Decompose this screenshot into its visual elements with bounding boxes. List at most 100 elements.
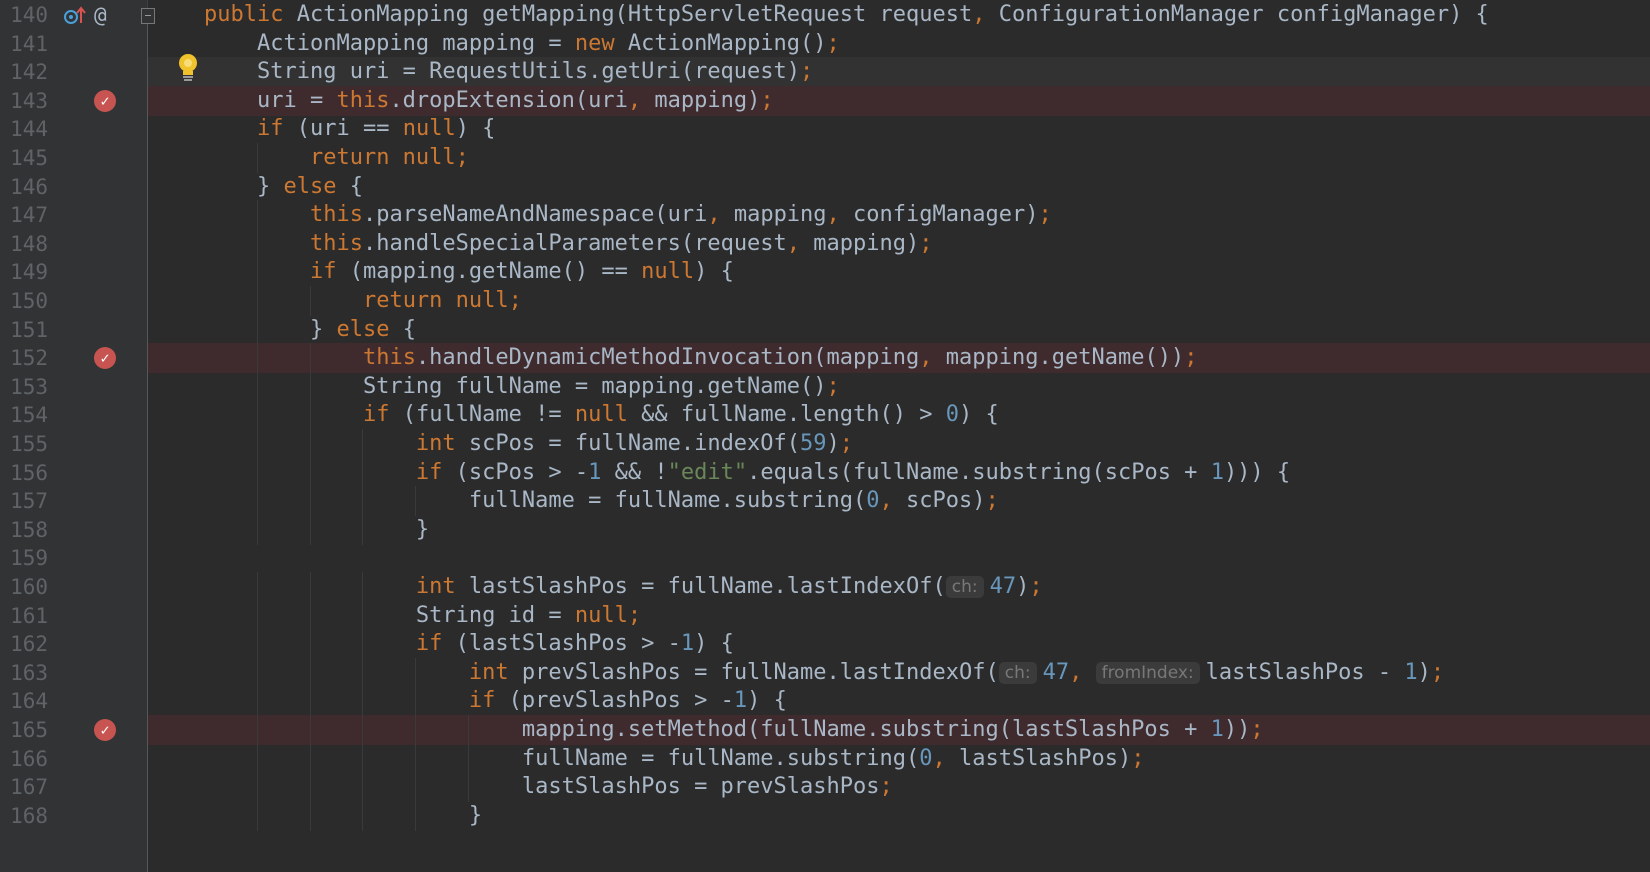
- code-text[interactable]: this.handleSpecialParameters(request, ma…: [204, 229, 933, 259]
- at-sign-icon[interactable]: @: [94, 0, 107, 30]
- line-number[interactable]: 145: [0, 143, 48, 173]
- code-text[interactable]: this.handleDynamicMethodInvocation(mappi…: [204, 343, 1197, 373]
- line-number[interactable]: 166: [0, 744, 48, 774]
- code-text[interactable]: if (fullName != null && fullName.length(…: [204, 400, 999, 430]
- code-text[interactable]: return null;: [204, 286, 522, 316]
- code-text[interactable]: int prevSlashPos = fullName.lastIndexOf(…: [204, 658, 1444, 688]
- fold-toggle-icon[interactable]: [141, 8, 155, 24]
- line-number[interactable]: 140: [0, 0, 48, 30]
- line-number[interactable]: 167: [0, 772, 48, 802]
- line-number[interactable]: 142: [0, 57, 48, 87]
- code-line[interactable]: int lastSlashPos = fullName.lastIndexOf(…: [0, 572, 1650, 602]
- code-text[interactable]: int lastSlashPos = fullName.lastIndexOf(…: [204, 572, 1043, 602]
- line-number[interactable]: 161: [0, 601, 48, 631]
- line-number[interactable]: 163: [0, 658, 48, 688]
- code-line[interactable]: int prevSlashPos = fullName.lastIndexOf(…: [0, 657, 1650, 688]
- line-number[interactable]: 159: [0, 543, 48, 573]
- code-line[interactable]: [0, 543, 1650, 573]
- code-text[interactable]: if (prevSlashPos > -1) {: [204, 686, 787, 716]
- code-text[interactable]: } else {: [204, 315, 416, 345]
- code-line[interactable]: String id = null;: [0, 600, 1650, 631]
- line-number[interactable]: 149: [0, 257, 48, 287]
- code-editor[interactable]: @ 140 public ActionMapping getMapping(Htt…: [0, 0, 1650, 872]
- code-line[interactable]: public ActionMapping getMapping(HttpServ…: [0, 0, 1650, 30]
- code-line[interactable]: if (scPos > -1 && !"edit".equals(fullNam…: [0, 457, 1650, 488]
- line-number[interactable]: 154: [0, 400, 48, 430]
- code-line[interactable]: }: [0, 514, 1650, 545]
- lightbulb-icon[interactable]: [176, 52, 200, 84]
- code-text[interactable]: if (lastSlashPos > -1) {: [204, 629, 734, 659]
- code-line[interactable]: mapping.setMethod(fullName.substring(las…: [140, 715, 1650, 745]
- code-text[interactable]: if (mapping.getName() == null) {: [204, 257, 734, 287]
- code-line[interactable]: uri = this.dropExtension(uri, mapping);: [140, 85, 1650, 116]
- code-token: ActionMapping mapping =: [204, 30, 575, 56]
- line-number[interactable]: 158: [0, 515, 48, 545]
- code-text[interactable]: if (uri == null) {: [204, 114, 495, 144]
- code-text[interactable]: String id = null;: [204, 601, 641, 631]
- code-line[interactable]: }: [0, 800, 1650, 831]
- line-number[interactable]: 147: [0, 200, 48, 230]
- code-text[interactable]: public ActionMapping getMapping(HttpServ…: [204, 0, 1489, 30]
- code-line[interactable]: this.parseNameAndNamespace(uri, mapping,…: [0, 200, 1650, 231]
- number-token: 1: [1210, 459, 1224, 485]
- code-text[interactable]: uri = this.dropExtension(uri, mapping);: [204, 86, 774, 116]
- code-text[interactable]: fullName = fullName.substring(0, lastSla…: [204, 744, 1145, 774]
- keyword-token: this: [336, 87, 390, 113]
- code-line[interactable]: } else {: [0, 172, 1650, 202]
- code-line[interactable]: this.handleDynamicMethodInvocation(mappi…: [140, 343, 1650, 374]
- code-line[interactable]: if (lastSlashPos > -1) {: [0, 629, 1650, 660]
- line-number[interactable]: 150: [0, 286, 48, 316]
- code-token: ): [826, 431, 840, 456]
- code-text[interactable]: String fullName = mapping.getName();: [204, 372, 840, 402]
- code-text[interactable]: ActionMapping mapping = new ActionMappin…: [204, 29, 840, 59]
- code-text[interactable]: lastSlashPos = prevSlashPos;: [204, 772, 893, 802]
- code-text[interactable]: int scPos = fullName.indexOf(59);: [204, 429, 853, 459]
- line-number[interactable]: 165: [0, 715, 48, 745]
- line-number[interactable]: 155: [0, 429, 48, 459]
- code-token: lastSlashPos = fullName.lastIndexOf(: [468, 574, 946, 599]
- line-number[interactable]: 168: [0, 801, 48, 831]
- code-line[interactable]: this.handleSpecialParameters(request, ma…: [0, 228, 1650, 259]
- line-number[interactable]: 151: [0, 315, 48, 345]
- code-text[interactable]: }: [204, 515, 429, 545]
- code-line[interactable]: } else {: [0, 314, 1650, 345]
- keyword-token: ;: [985, 488, 999, 514]
- code-line[interactable]: if (fullName != null && fullName.length(…: [0, 400, 1650, 431]
- override-gutter-icon[interactable]: [64, 5, 86, 25]
- line-number[interactable]: 144: [0, 114, 48, 144]
- code-line[interactable]: ActionMapping mapping = new ActionMappin…: [0, 29, 1650, 59]
- line-number[interactable]: 153: [0, 372, 48, 402]
- line-number[interactable]: 157: [0, 486, 48, 516]
- code-line[interactable]: return null;: [0, 143, 1650, 173]
- code-line[interactable]: if (prevSlashPos > -1) {: [0, 686, 1650, 717]
- code-line[interactable]: lastSlashPos = prevSlashPos;: [0, 772, 1650, 803]
- code-line[interactable]: String uri = RequestUtils.getUri(request…: [148, 57, 1650, 88]
- line-number[interactable]: 148: [0, 229, 48, 259]
- line-number[interactable]: 152: [0, 343, 48, 373]
- breakpoint-icon[interactable]: ✓: [94, 89, 116, 112]
- code-text[interactable]: this.parseNameAndNamespace(uri, mapping,…: [204, 200, 1052, 230]
- code-line[interactable]: fullName = fullName.substring(0, lastSla…: [0, 743, 1650, 774]
- code-line[interactable]: if (mapping.getName() == null) {: [0, 257, 1650, 288]
- code-text[interactable]: } else {: [204, 172, 363, 202]
- code-text[interactable]: return null;: [204, 143, 469, 173]
- code-line[interactable]: String fullName = mapping.getName();: [0, 371, 1650, 402]
- keyword-token: if: [415, 459, 456, 485]
- code-text[interactable]: }: [204, 801, 482, 831]
- line-number[interactable]: 164: [0, 686, 48, 716]
- code-text[interactable]: if (scPos > -1 && !"edit".equals(fullNam…: [204, 458, 1290, 488]
- line-number[interactable]: 156: [0, 458, 48, 488]
- line-number[interactable]: 160: [0, 572, 48, 602]
- line-number[interactable]: 141: [0, 29, 48, 59]
- code-text[interactable]: mapping.setMethod(fullName.substring(las…: [204, 715, 1264, 745]
- line-number[interactable]: 146: [0, 172, 48, 202]
- code-line[interactable]: if (uri == null) {: [0, 114, 1650, 144]
- code-text[interactable]: String uri = RequestUtils.getUri(request…: [204, 57, 813, 87]
- code-line[interactable]: return null;: [0, 286, 1650, 316]
- code-text[interactable]: fullName = fullName.substring(0, scPos);: [204, 486, 999, 516]
- code-line[interactable]: int scPos = fullName.indexOf(59);: [0, 429, 1650, 459]
- code-line[interactable]: fullName = fullName.substring(0, scPos);: [0, 486, 1650, 517]
- breakpoint-icon[interactable]: ✓: [94, 719, 116, 741]
- line-number[interactable]: 143: [0, 86, 48, 116]
- line-number[interactable]: 162: [0, 629, 48, 659]
